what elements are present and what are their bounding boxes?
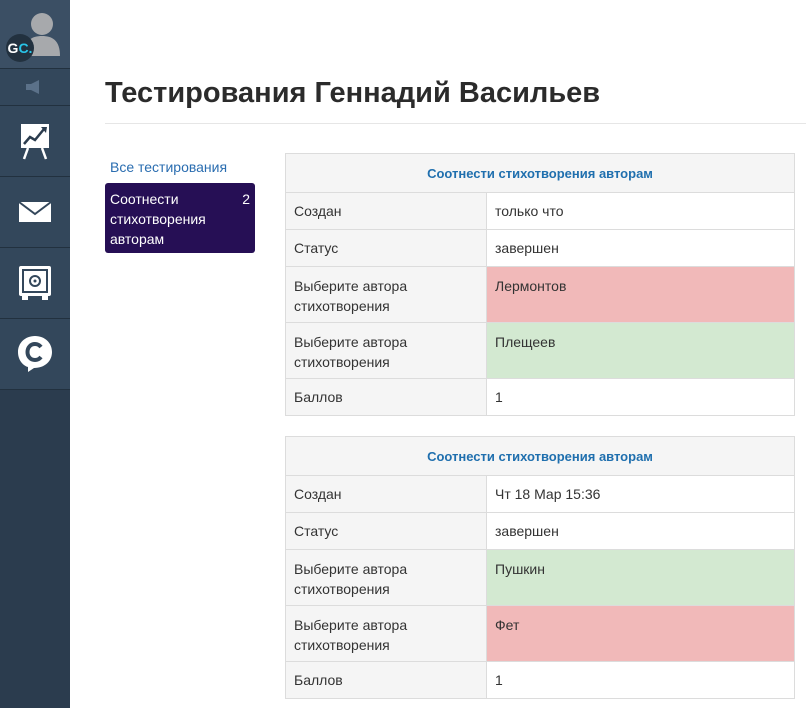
page-title: Тестирования Геннадий Васильев — [105, 77, 601, 109]
chat-c-icon — [18, 336, 52, 372]
row-key: Выберите автора стихотворения — [285, 266, 487, 323]
mail-icon — [18, 201, 52, 222]
sidebar-item-messages[interactable] — [0, 177, 70, 248]
table-row: Создан Чт 18 Мар 15:36 — [285, 475, 795, 513]
row-key: Создан — [285, 192, 487, 230]
row-key: Выберите автора стихотворения — [285, 322, 487, 379]
table-row: Выберите автора стихотворения Пушкин — [285, 549, 795, 606]
chart-board-icon — [21, 124, 49, 160]
result-table-title: Соотнести стихотворения авторам — [285, 436, 795, 476]
row-key: Статус — [285, 512, 487, 550]
row-value: Чт 18 Мар 15:36 — [486, 475, 795, 513]
active-test-item[interactable]: Соотнести стихотворения авторам 2 — [105, 183, 255, 253]
row-key: Баллов — [285, 661, 487, 699]
table-row: Баллов 1 — [285, 661, 795, 699]
all-tests-link[interactable]: Все тестирования — [110, 159, 227, 175]
answer-correct: Пушкин — [486, 549, 795, 606]
row-key: Баллов — [285, 378, 487, 416]
row-key: Создан — [285, 475, 487, 513]
sidebar-item-announcements[interactable] — [0, 69, 70, 106]
table-row: Создан только что — [285, 192, 795, 230]
initials-accent: C. — [18, 40, 33, 56]
result-table: Соотнести стихотворения авторам Создан Ч… — [285, 436, 795, 699]
table-row: Баллов 1 — [285, 378, 795, 416]
row-value: только что — [486, 192, 795, 230]
user-avatar[interactable]: GC. — [0, 0, 70, 69]
result-table: Соотнести стихотворения авторам Создан т… — [285, 153, 795, 416]
sidebar: GC. — [0, 0, 70, 708]
row-value: завершен — [486, 512, 795, 550]
sidebar-item-chat[interactable] — [0, 319, 70, 390]
table-row: Выберите автора стихотворения Фет — [285, 605, 795, 662]
speaker-icon — [26, 80, 39, 94]
row-key: Выберите автора стихотворения — [285, 549, 487, 606]
row-key: Выберите автора стихотворения — [285, 605, 487, 662]
initials-badge: GC. — [6, 34, 34, 62]
title-divider — [105, 123, 806, 124]
answer-incorrect: Фет — [486, 605, 795, 662]
answer-correct: Плещеев — [486, 322, 795, 379]
sidebar-item-presentation[interactable] — [0, 106, 70, 177]
active-test-count: 2 — [242, 191, 250, 207]
table-row: Выберите автора стихотворения Плещеев — [285, 322, 795, 379]
row-key: Статус — [285, 229, 487, 267]
initials-main: G — [7, 40, 19, 56]
score-value: 1 — [486, 378, 795, 416]
safe-icon — [19, 266, 51, 300]
active-test-label: Соотнести стихотворения авторам — [110, 191, 206, 247]
score-value: 1 — [486, 661, 795, 699]
answer-incorrect: Лермонтов — [486, 266, 795, 323]
table-row: Статус завершен — [285, 229, 795, 267]
table-row: Выберите автора стихотворения Лермонтов — [285, 266, 795, 323]
table-row: Статус завершен — [285, 512, 795, 550]
result-table-title: Соотнести стихотворения авторам — [285, 153, 795, 193]
row-value: завершен — [486, 229, 795, 267]
sidebar-item-safe[interactable] — [0, 248, 70, 319]
